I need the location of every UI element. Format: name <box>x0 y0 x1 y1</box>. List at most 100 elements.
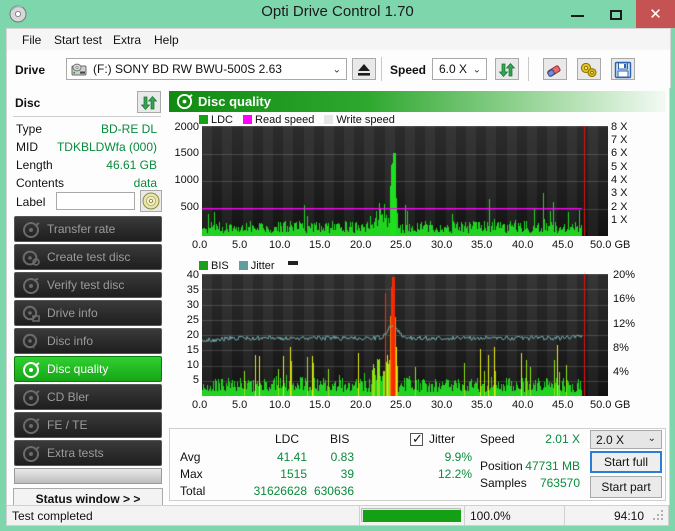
top-chart-y2tick-2x: 2 X <box>611 201 628 213</box>
disc-divider <box>13 116 161 117</box>
disc-quality-header-title: Disc quality <box>198 94 271 109</box>
minimize-button[interactable] <box>558 0 597 28</box>
minimize-icon <box>571 15 584 17</box>
jitter-checkbox[interactable]: ✓ <box>410 433 423 446</box>
disc-row-contents-value: data <box>134 176 157 190</box>
bottom-chart-xtick-10: 10.0 <box>269 399 290 411</box>
sidebar-item-label: CD Bler <box>47 390 89 404</box>
stats-row-avg-label: Avg <box>180 450 200 464</box>
bottom-chart-ytick-40: 40 <box>166 269 199 281</box>
disc-row-type-key: Type <box>16 122 42 136</box>
sidebar-item-verify-test-disc[interactable]: Verify test disc <box>14 272 162 298</box>
sidebar-item-transfer-rate[interactable]: Transfer rate <box>14 216 162 242</box>
bottom-chart-y2tick-4: 4% <box>613 366 629 378</box>
bottom-chart-legend: BIS Jitter <box>199 260 298 272</box>
top-chart-y2tick-5x: 5 X <box>611 161 628 173</box>
stats-row-max-label: Max <box>180 467 203 481</box>
stats-avg-ldc: 41.41 <box>240 450 307 464</box>
bottom-chart-ytick-30: 30 <box>166 299 199 311</box>
stats-total-ldc: 31626628 <box>224 484 307 498</box>
stats-col-ldc: LDC <box>275 432 299 446</box>
erase-button[interactable] <box>543 58 567 80</box>
top-chart-plot[interactable] <box>202 126 608 236</box>
legend-label-jitter: Jitter <box>251 260 275 272</box>
close-button[interactable]: ✕ <box>636 0 675 28</box>
disc-create-icon <box>22 249 40 267</box>
eject-button[interactable] <box>352 58 376 80</box>
top-chart-xaxis-label: 50.0 GB <box>590 239 630 251</box>
close-icon: ✕ <box>636 5 675 23</box>
sidebar-item-extra-tests[interactable]: Extra tests <box>14 440 162 466</box>
disc-label-cd-button[interactable] <box>140 190 162 212</box>
disc-refresh-button[interactable] <box>137 91 161 113</box>
disc-bler-icon <box>22 389 40 407</box>
sidebar-item-drive-info[interactable]: Drive info <box>14 300 162 326</box>
bottom-chart-xtick-25: 25.0 <box>390 399 411 411</box>
bottom-chart-y2tick-20: 20% <box>613 269 635 281</box>
sidebar-item-create-test-disc[interactable]: Create test disc <box>14 244 162 270</box>
top-chart-xtick-35: 35.0 <box>471 239 492 251</box>
speed-select[interactable]: 6.0 X ⌄ <box>432 58 487 80</box>
scan-marker-icon <box>288 261 298 265</box>
stats-total-bis: 630636 <box>300 484 354 498</box>
readout-speed-value: 2.01 X <box>520 432 580 446</box>
bottom-chart-ytick-35: 35 <box>166 284 199 296</box>
settings-button[interactable] <box>577 58 601 80</box>
sidebar-item-cd-bler[interactable]: CD Bler <box>14 384 162 410</box>
disc-row-contents-key: Contents <box>16 176 64 190</box>
bottom-chart-ytick-15: 15 <box>166 344 199 356</box>
sidebar-item-fe-te[interactable]: FE / TE <box>14 412 162 438</box>
top-chart-legend: LDCRead speedWrite speed <box>199 114 405 126</box>
readout-samples-value: 763570 <box>520 476 580 490</box>
bottom-chart-y2tick-12: 12% <box>613 318 635 330</box>
bottom-chart-xtick-40: 40.0 <box>512 399 533 411</box>
disc-row-length-value: 46.61 GB <box>106 158 157 172</box>
bottom-chart-xtick-45: 45.0 <box>552 399 573 411</box>
menu-item-extra[interactable]: Extra <box>108 32 146 48</box>
stats-avg-jitter: 9.9% <box>410 450 472 464</box>
menu-item-file[interactable]: File <box>17 32 46 48</box>
disc-fete-icon <box>22 417 40 435</box>
top-chart-xtick-15: 15.0 <box>309 239 330 251</box>
start-part-button[interactable]: Start part <box>590 476 662 498</box>
drive-toolbar: Drive (F:) SONY BD RW BWU-500S 2.63 ⌄ S <box>6 50 671 88</box>
disc-extra-icon <box>22 445 40 463</box>
menu-item-help[interactable]: Help <box>149 32 184 48</box>
top-chart-xtick-30: 30.0 <box>431 239 452 251</box>
test-speed-value: 2.0 X <box>596 433 624 447</box>
legend-label-bis: BIS <box>211 260 229 272</box>
top-chart-y2tick-3x: 3 X <box>611 187 628 199</box>
top-chart-y2tick-7x: 7 X <box>611 134 628 146</box>
stats-col-bis: BIS <box>330 432 349 446</box>
refresh-button[interactable] <box>495 58 519 80</box>
bottom-chart-y2tick-16: 16% <box>613 293 635 305</box>
bottom-chart-plot[interactable] <box>202 274 608 396</box>
disc-quality-icon <box>176 93 193 110</box>
drive-select[interactable]: (F:) SONY BD RW BWU-500S 2.63 ⌄ <box>66 58 347 80</box>
speed-label: Speed <box>390 63 426 77</box>
sidebar-item-disc-info[interactable]: i Disc info <box>14 328 162 354</box>
top-chart-y2tick-8x: 8 X <box>611 121 628 133</box>
save-button[interactable] <box>611 58 635 80</box>
stats-avg-bis: 0.83 <box>310 450 354 464</box>
bottom-chart-xtick-35: 35.0 <box>471 399 492 411</box>
drive-select-value: (F:) SONY BD RW BWU-500S 2.63 <box>93 62 282 76</box>
disc-label-input[interactable] <box>56 192 135 210</box>
maximize-button[interactable] <box>597 0 636 28</box>
top-chart-xtick-5: 5.0 <box>232 239 247 251</box>
legend-label-write-speed: Write speed <box>336 114 395 126</box>
chevron-down-icon: ⌄ <box>473 65 481 76</box>
top-chart-xtick-0: 0.0 <box>192 239 207 251</box>
test-speed-select[interactable]: 2.0 X ⌄ <box>590 430 662 449</box>
statistics-panel: LDC BIS ✓ Jitter Avg 41.41 0.83 9.9% Max… <box>169 428 666 501</box>
top-chart-ytick-1000: 1000 <box>166 174 199 186</box>
sidebar-item-label: Create test disc <box>47 250 130 264</box>
start-full-button[interactable]: Start full <box>590 451 662 473</box>
check-icon: ✓ <box>412 431 423 447</box>
sidebar-item-disc-quality[interactable]: Disc quality <box>14 356 162 382</box>
bottom-chart-ytick-20: 20 <box>166 329 199 341</box>
legend-swatch-ldc <box>199 115 208 124</box>
resize-grip[interactable] <box>653 510 665 522</box>
menu-item-start-test[interactable]: Start test <box>49 32 107 48</box>
disc-header-title: Disc <box>15 96 40 110</box>
